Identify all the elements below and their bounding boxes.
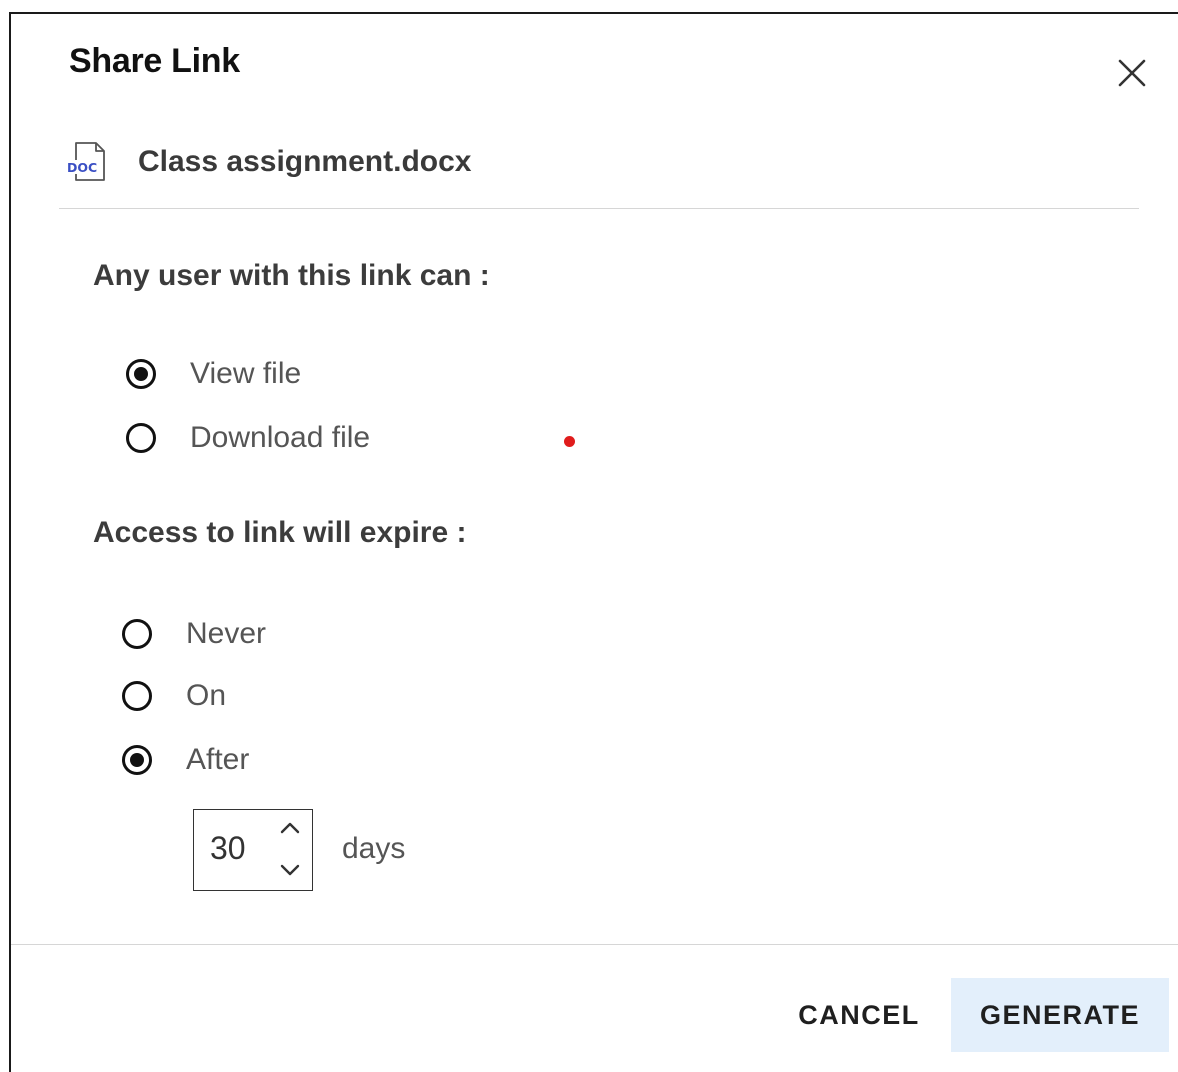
days-unit-label: days <box>342 832 406 865</box>
permissions-label: Any user with this link can : <box>93 259 490 292</box>
radio-after[interactable]: After <box>122 740 249 780</box>
expiry-label: Access to link will expire : <box>93 516 467 549</box>
cancel-button[interactable]: CANCEL <box>771 978 947 1052</box>
file-name: Class assignment.docx <box>138 145 472 178</box>
header-divider <box>59 208 1139 209</box>
radio-button[interactable] <box>126 423 156 453</box>
days-stepper-value[interactable]: 30 <box>210 830 246 867</box>
doc-icon-label: DOC <box>67 160 97 175</box>
radio-label-download-file: Download file <box>190 421 371 454</box>
close-icon <box>1118 59 1146 87</box>
chevron-down-icon[interactable] <box>278 862 302 878</box>
radio-view-file[interactable]: View file <box>126 354 301 394</box>
dialog-title: Share Link <box>69 42 240 80</box>
chevron-up-icon[interactable] <box>278 820 302 836</box>
radio-button-checked[interactable] <box>126 359 156 389</box>
footer-divider <box>11 944 1178 945</box>
close-button[interactable] <box>1115 56 1149 90</box>
radio-label-view-file: View file <box>190 357 302 390</box>
radio-button[interactable] <box>122 619 152 649</box>
days-stepper[interactable]: 30 <box>193 809 313 891</box>
radio-download-file[interactable]: Download file <box>126 418 370 458</box>
generate-button[interactable]: GENERATE <box>951 978 1169 1052</box>
radio-button-checked[interactable] <box>122 745 152 775</box>
radio-label-never: Never <box>186 617 267 650</box>
red-marker-dot <box>564 436 575 447</box>
radio-label-after: After <box>186 743 250 776</box>
radio-never[interactable]: Never <box>122 614 266 654</box>
radio-button[interactable] <box>122 681 152 711</box>
radio-label-on: On <box>186 679 227 712</box>
radio-on[interactable]: On <box>122 676 226 716</box>
share-link-dialog: Share Link DOC Class assignment.docx Any… <box>9 12 1178 1072</box>
doc-file-icon: DOC <box>66 142 105 181</box>
file-info: DOC Class assignment.docx <box>66 140 471 184</box>
